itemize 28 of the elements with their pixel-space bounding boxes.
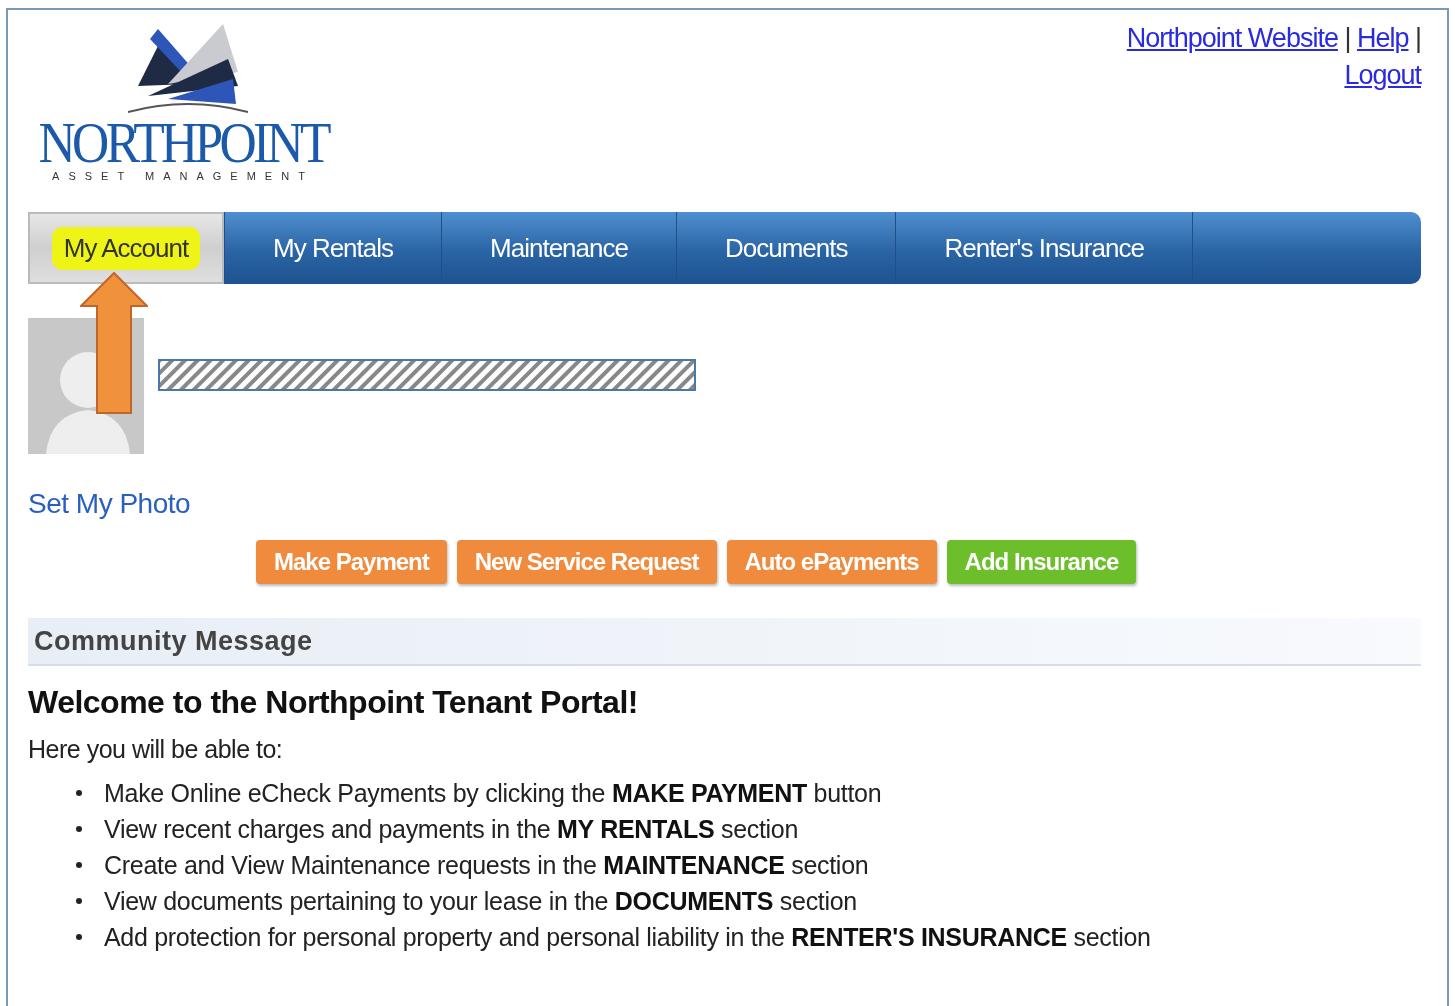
link-separator: | <box>1414 23 1421 53</box>
nav-tab[interactable]: My Account <box>28 212 225 284</box>
bullet-icon <box>76 790 82 796</box>
nav-tab[interactable]: Renter's Insurance <box>896 212 1193 284</box>
list-item-text: Make Online eCheck Payments by clicking the MAKE PAYMENT button <box>104 778 882 808</box>
header-link[interactable]: Help <box>1356 23 1409 53</box>
arrow-icon <box>80 272 148 414</box>
list-item-text: Create and View Maintenance requests in the MAINTENANCE section <box>104 850 869 880</box>
bullet-icon <box>76 826 82 832</box>
logo-icon <box>128 24 248 114</box>
welcome-title: Welcome to the Northpoint Tenant Portal! <box>28 684 639 721</box>
bullet-icon <box>76 934 82 940</box>
intro-text: Here you will be able to: <box>28 735 284 764</box>
header-link[interactable]: Logout <box>1344 60 1421 90</box>
list-item-text: View documents pertaining to your lease in the DOCUMENTS section <box>104 886 857 916</box>
logo-tagline: ASSET MANAGEMENT <box>52 170 314 182</box>
bullet-icon <box>76 898 82 904</box>
logo-text: NORTHPOINT <box>38 114 328 172</box>
list-item-text: Add protection for personal property and personal liability in the RENTER'S INSURANCE section <box>104 922 1151 952</box>
set-photo-link[interactable]: Set My Photo <box>28 488 191 520</box>
section-header: Community Message <box>28 618 1421 666</box>
nav-tab[interactable]: Documents <box>676 212 897 284</box>
bullet-icon <box>76 862 82 868</box>
nav-tab[interactable]: Maintenance <box>442 212 677 284</box>
nav-tab[interactable]: My Rentals <box>225 212 443 284</box>
link-separator: | <box>1343 23 1352 53</box>
list-item-text: View recent charges and payments in the MY RENTALS section <box>104 814 799 844</box>
header-link[interactable]: Northpoint Website <box>1126 23 1338 53</box>
